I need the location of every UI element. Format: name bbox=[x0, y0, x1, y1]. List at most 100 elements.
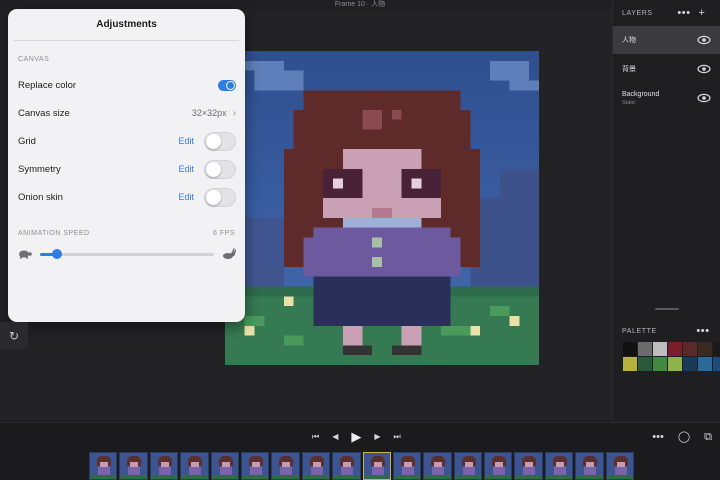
timeline-frame[interactable] bbox=[575, 452, 604, 480]
step-forward-icon[interactable]: ▶︎ bbox=[374, 429, 380, 445]
step-back-icon[interactable]: ◀︎ bbox=[332, 429, 338, 445]
onion-skin-label: Onion skin bbox=[18, 191, 63, 203]
canvas-size-label: Canvas size bbox=[18, 107, 70, 119]
toggle-knob bbox=[206, 189, 221, 205]
popover-title: Adjustments bbox=[14, 9, 239, 41]
pixel-art-image bbox=[225, 51, 539, 365]
animation-speed-slider[interactable] bbox=[40, 248, 214, 259]
palette-swatch[interactable] bbox=[713, 357, 720, 371]
rabbit-icon bbox=[223, 248, 236, 259]
frame-thumb-grass bbox=[454, 475, 482, 479]
timeline-frame[interactable] bbox=[119, 452, 148, 480]
panel-grabber[interactable] bbox=[655, 308, 679, 310]
timeline-frame[interactable] bbox=[514, 452, 543, 480]
palette-swatch[interactable] bbox=[668, 342, 682, 356]
duplicate-frame-icon[interactable]: ⧉ bbox=[704, 429, 712, 445]
eye-icon[interactable] bbox=[697, 93, 711, 103]
symmetry-toggle[interactable] bbox=[204, 159, 236, 179]
palette-swatch[interactable] bbox=[623, 342, 637, 356]
palette-swatch[interactable] bbox=[713, 342, 720, 356]
frame-thumb-grass bbox=[515, 475, 542, 479]
palette-swatch[interactable] bbox=[653, 357, 667, 371]
ellipsis-icon[interactable]: ••• bbox=[652, 429, 664, 445]
frame-thumb-grass bbox=[302, 475, 330, 479]
palette-swatch[interactable] bbox=[698, 342, 712, 356]
eye-icon[interactable] bbox=[697, 64, 711, 74]
frame-thumb-grass bbox=[424, 475, 451, 479]
timeline-actions: ••• ◯ ⧉ bbox=[652, 429, 712, 445]
palette-swatch[interactable] bbox=[698, 357, 712, 371]
timeline-frame[interactable] bbox=[605, 452, 635, 480]
frame-thumb-grass bbox=[150, 475, 178, 479]
replace-color-label: Replace color bbox=[18, 79, 77, 91]
palette-swatch[interactable] bbox=[668, 357, 682, 371]
timeline-frame[interactable] bbox=[240, 452, 270, 480]
timeline-bar: ⏮ ◀︎ ▶ ▶︎ ⏭ ••• ◯ ⧉ bbox=[0, 422, 720, 480]
play-icon[interactable]: ▶ bbox=[351, 429, 361, 445]
toggle-knob bbox=[206, 133, 221, 149]
layer-subtitle: Static bbox=[622, 99, 636, 106]
timeline-frame[interactable] bbox=[149, 452, 179, 480]
timeline-frame[interactable] bbox=[453, 452, 483, 480]
pixel-art-canvas[interactable] bbox=[225, 51, 539, 365]
palette-title: PALETTE bbox=[622, 327, 657, 335]
replace-color-toggle[interactable] bbox=[218, 79, 236, 91]
timeline-frame[interactable] bbox=[301, 452, 331, 480]
palette-swatch[interactable] bbox=[638, 342, 652, 356]
timeline-frame[interactable] bbox=[332, 452, 361, 480]
palette-swatch[interactable] bbox=[638, 357, 652, 371]
layer-row[interactable]: Background Static bbox=[613, 84, 720, 112]
timeline-frame[interactable] bbox=[423, 452, 452, 480]
ellipsis-icon[interactable]: ••• bbox=[694, 325, 712, 337]
layer-name-wrap: 人物 bbox=[622, 35, 697, 45]
palette-swatch[interactable] bbox=[623, 357, 637, 371]
grid-edit-button[interactable]: Edit bbox=[178, 136, 194, 146]
redo-button[interactable]: ↻ bbox=[0, 322, 28, 350]
frame-thumb-grass bbox=[606, 475, 634, 479]
frame-thumb-grass bbox=[211, 475, 238, 479]
ellipsis-icon[interactable]: ••• bbox=[675, 7, 693, 19]
timeline-frame[interactable] bbox=[484, 452, 513, 480]
grid-label: Grid bbox=[18, 135, 36, 147]
layers-title: LAYERS bbox=[622, 9, 653, 17]
palette-swatch[interactable] bbox=[653, 342, 667, 356]
layer-name-wrap: 背景 bbox=[622, 64, 697, 74]
onion-ring-icon[interactable]: ◯ bbox=[678, 429, 690, 445]
timeline-frame[interactable] bbox=[89, 452, 118, 480]
layer-name: 人物 bbox=[622, 37, 636, 44]
timeline-frame[interactable] bbox=[544, 452, 574, 480]
toggle-knob bbox=[206, 161, 221, 177]
onion-skin-edit-button[interactable]: Edit bbox=[178, 192, 194, 202]
frame-thumb-grass bbox=[545, 475, 573, 479]
symmetry-edit-button[interactable]: Edit bbox=[178, 164, 194, 174]
skip-last-icon[interactable]: ⏭ bbox=[394, 429, 401, 445]
layers-header: LAYERS ••• + bbox=[613, 0, 720, 26]
animation-speed-value: 6 FPS bbox=[213, 230, 235, 237]
chevron-right-icon: › bbox=[232, 107, 236, 119]
timeline-frame[interactable] bbox=[392, 452, 422, 480]
timeline-frame[interactable] bbox=[180, 452, 209, 480]
eye-icon[interactable] bbox=[697, 35, 711, 45]
slider-knob[interactable] bbox=[52, 248, 63, 259]
timeline-frame[interactable] bbox=[362, 452, 391, 480]
onion-skin-toggle[interactable] bbox=[204, 187, 236, 207]
symmetry-label: Symmetry bbox=[18, 163, 61, 175]
timeline-frame[interactable] bbox=[271, 452, 300, 480]
palette-swatch[interactable] bbox=[683, 342, 697, 356]
canvas-size-row[interactable]: Canvas size 32×32px › bbox=[8, 99, 245, 127]
frame-thumb-grass bbox=[181, 475, 208, 479]
plus-icon[interactable]: + bbox=[693, 7, 711, 19]
animation-speed-slider-row bbox=[8, 245, 245, 263]
layer-row[interactable]: 人物 bbox=[613, 26, 720, 54]
replace-color-row[interactable]: Replace color bbox=[8, 71, 245, 99]
frame-thumb-grass bbox=[485, 475, 512, 479]
timeline-frame[interactable] bbox=[210, 452, 239, 480]
replace-color-icon bbox=[226, 80, 235, 90]
palette-swatch[interactable] bbox=[683, 357, 697, 371]
canvas-section-label: CANVAS bbox=[18, 56, 50, 63]
layer-row[interactable]: 背景 bbox=[613, 55, 720, 83]
grid-toggle[interactable] bbox=[204, 131, 236, 151]
skip-first-icon[interactable]: ⏮ bbox=[312, 429, 319, 445]
playback-controls: ⏮ ◀︎ ▶ ▶︎ ⏭ bbox=[312, 429, 401, 445]
redo-icon: ↻ bbox=[8, 329, 20, 343]
